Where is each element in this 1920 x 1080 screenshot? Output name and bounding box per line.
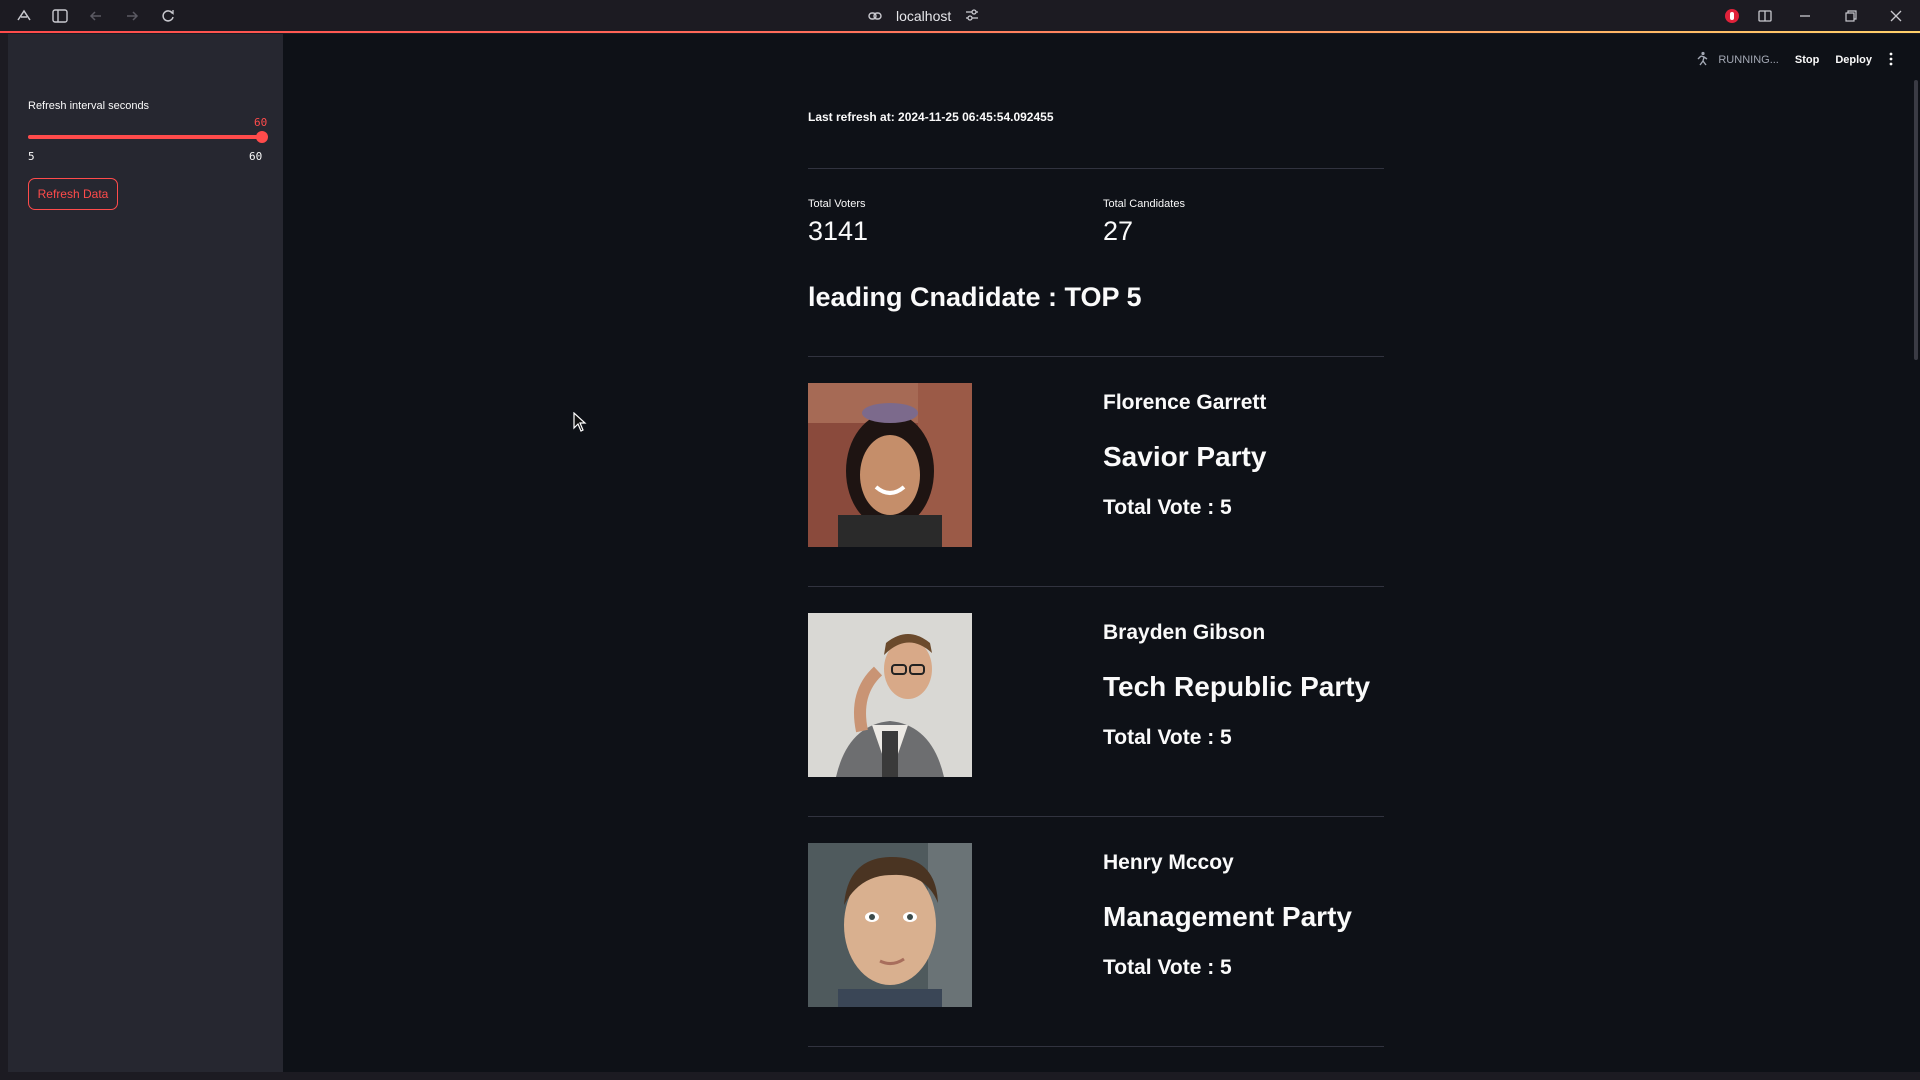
running-status: RUNNING... xyxy=(1694,51,1779,70)
stop-button[interactable]: Stop xyxy=(1795,54,1819,66)
metric-label: Total Candidates xyxy=(1103,198,1185,210)
page-load-indicator xyxy=(0,31,1920,33)
divider xyxy=(808,168,1384,169)
candidate-photo xyxy=(808,613,972,777)
address-bar[interactable]: localhost xyxy=(868,6,979,26)
slider-label: Refresh interval seconds xyxy=(28,100,150,112)
streamlit-app: Refresh interval seconds 60 5 60 Refresh… xyxy=(8,34,1920,1072)
site-settings-icon[interactable] xyxy=(965,8,979,24)
metric-label: Total Voters xyxy=(808,198,866,210)
slider-thumb[interactable] xyxy=(256,131,268,143)
candidate-votes: Total Vote : 5 xyxy=(1103,726,1232,749)
slider-min-label: 5 xyxy=(28,150,35,163)
browser-menu-icon[interactable] xyxy=(14,6,34,26)
slider-track[interactable] xyxy=(28,135,262,139)
candidate-party: Tech Republic Party xyxy=(1103,671,1371,702)
metric-total-candidates: Total Candidates 27 xyxy=(1103,198,1185,247)
metric-value: 27 xyxy=(1103,216,1134,246)
restore-icon[interactable] xyxy=(1841,6,1861,26)
url-text: localhost xyxy=(896,8,952,24)
scrollbar[interactable] xyxy=(1912,34,1920,1072)
refresh-data-button[interactable]: Refresh Data xyxy=(28,178,118,210)
running-status-text: RUNNING... xyxy=(1718,54,1779,66)
candidate-name: Brayden Gibson xyxy=(1103,621,1266,644)
divider xyxy=(808,816,1384,817)
last-refresh-text: Last refresh at: 2024-11-25 06:45:54.092… xyxy=(808,110,1054,124)
scrollbar-thumb[interactable] xyxy=(1914,80,1918,360)
app-toolbar: RUNNING... Stop Deploy xyxy=(1694,50,1894,70)
section-title: leading Cnadidate : TOP 5 xyxy=(808,282,1142,312)
mouse-cursor-icon xyxy=(573,411,587,437)
reload-icon[interactable] xyxy=(158,6,178,26)
candidate-party: Savior Party xyxy=(1103,441,1267,472)
close-icon[interactable] xyxy=(1886,6,1906,26)
running-man-icon xyxy=(1694,51,1710,70)
extension-icon[interactable] xyxy=(1725,9,1739,23)
candidate-name: Henry Mccoy xyxy=(1103,851,1234,874)
candidate-votes: Total Vote : 5 xyxy=(1103,956,1232,979)
minimize-icon[interactable] xyxy=(1795,6,1815,26)
candidate-name: Florence Garrett xyxy=(1103,391,1267,414)
candidate-photo xyxy=(808,383,972,547)
link-icon xyxy=(868,8,882,24)
slider-fill xyxy=(28,135,262,139)
metric-value: 3141 xyxy=(808,216,869,246)
sidebar-toggle-icon[interactable] xyxy=(50,6,70,26)
divider xyxy=(808,586,1384,587)
divider xyxy=(808,356,1384,357)
slider-current-value: 60 xyxy=(254,116,268,129)
candidate-party: Management Party xyxy=(1103,901,1352,932)
divider xyxy=(808,1046,1384,1047)
metric-total-voters: Total Voters 3141 xyxy=(808,198,868,247)
deploy-button[interactable]: Deploy xyxy=(1835,54,1872,66)
slider-max-label: 60 xyxy=(249,150,263,163)
browser-toolbar: localhost xyxy=(0,0,1920,33)
back-arrow-icon[interactable] xyxy=(86,6,106,26)
sidebar: Refresh interval seconds 60 5 60 Refresh… xyxy=(8,34,283,1072)
split-view-icon[interactable] xyxy=(1755,6,1775,26)
candidate-votes: Total Vote : 5 xyxy=(1103,496,1232,519)
more-options-icon[interactable] xyxy=(1888,52,1894,69)
candidate-photo xyxy=(808,843,972,1007)
forward-arrow-icon[interactable] xyxy=(122,6,142,26)
